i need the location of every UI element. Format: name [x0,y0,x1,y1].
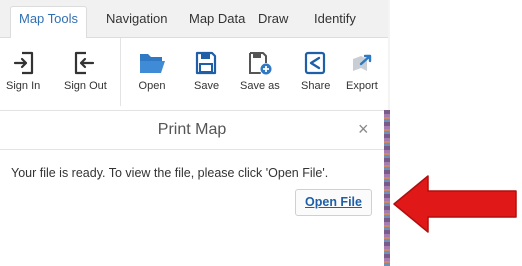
red-arrow-icon [393,175,517,233]
open-label: Open [138,80,166,92]
sign-in-label: Sign In [6,80,41,92]
save-button[interactable]: Save [194,51,220,92]
tab-identify[interactable]: Identify [314,7,356,37]
ribbon-tab-bar: Map Tools Navigation Map Data Draw Ident… [0,0,388,38]
export-label: Export [346,80,378,92]
close-icon[interactable]: × [358,119,369,140]
tab-map-data[interactable]: Map Data [189,7,245,37]
sign-in-button[interactable]: Sign In [6,51,40,92]
save-label: Save [194,80,220,92]
open-file-button[interactable]: Open File [295,189,372,216]
sign-out-label: Sign Out [64,80,107,92]
export-icon [353,54,372,71]
share-icon [304,51,326,75]
save-as-icon [249,52,272,75]
file-ready-message: Your file is ready. To view the file, pl… [11,166,329,180]
share-label: Share [301,80,331,92]
tab-map-tools[interactable]: Map Tools [10,6,88,38]
ribbon-toolbar: Sign In Sign Out Open Save Save as Share… [0,38,388,108]
folder-open-icon [140,54,165,73]
sign-out-button[interactable]: Sign Out [64,51,107,92]
print-map-panel-header: Print Map × [0,110,384,150]
save-as-button[interactable]: Save as [240,51,280,92]
sign-in-icon [13,51,34,75]
map-edge-strip [384,110,390,266]
share-button[interactable]: Share [301,51,331,92]
open-button[interactable]: Open [138,51,166,92]
tab-draw[interactable]: Draw [258,7,288,37]
map-edge [388,0,390,110]
save-icon [195,51,217,75]
tab-navigation[interactable]: Navigation [106,7,167,37]
export-button[interactable]: Export [346,51,378,92]
toolbar-divider [120,38,121,106]
panel-title: Print Map [157,121,227,138]
save-as-label: Save as [240,80,280,92]
sign-out-icon [74,51,95,75]
